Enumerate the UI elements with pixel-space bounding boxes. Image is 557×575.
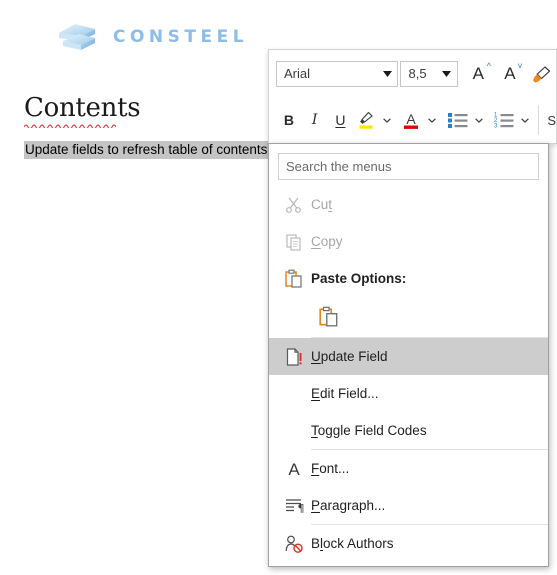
mini-format-toolbar: Arial 8,5 A ^ A ˅ B I U A 1 2 3 S	[268, 49, 557, 144]
menu-item-label: Copy	[311, 234, 343, 249]
bullet-list-dropdown-button[interactable]	[471, 106, 486, 134]
menu-item-label: Edit Field...	[311, 386, 379, 401]
shrink-font-icon: A ˅	[504, 60, 523, 83]
font-size-value: 8,5	[408, 66, 427, 81]
toolbar-divider	[538, 105, 540, 135]
search-input[interactable]	[278, 153, 539, 180]
block-authors-icon	[277, 534, 311, 554]
clipboard-icon	[319, 306, 338, 327]
font-size-combobox[interactable]: 8,5	[400, 60, 458, 87]
italic-icon: I	[311, 112, 318, 128]
text-highlight-button[interactable]	[353, 106, 379, 134]
font-color-icon: A	[404, 111, 419, 129]
grow-font-icon: A ^	[472, 60, 491, 83]
paste-keep-source-formatting-button[interactable]	[314, 302, 344, 332]
text-highlight-icon	[359, 111, 373, 129]
grow-font-button[interactable]: A ^	[464, 60, 493, 88]
font-color-button[interactable]: A	[398, 106, 424, 134]
highlight-dropdown-button[interactable]	[379, 106, 394, 134]
consteel-logo: CONSTEEL	[55, 22, 248, 52]
context-menu: Cut Copy Paste Options:	[268, 143, 549, 567]
menu-item-label: Update Field	[311, 349, 388, 364]
format-painter-button[interactable]	[527, 60, 556, 88]
svg-text:3: 3	[494, 124, 498, 129]
spellcheck-squiggle	[24, 124, 116, 128]
menu-item-paste-options[interactable]: Paste Options:	[269, 260, 548, 297]
toolbar-row-font: Arial 8,5 A ^ A ˅	[269, 50, 556, 97]
copy-icon	[277, 233, 311, 251]
consteel-wordmark: CONSTEEL	[113, 27, 249, 47]
page-title-text: Contents	[24, 93, 141, 123]
font-name-combobox[interactable]: Arial	[276, 60, 399, 87]
scissors-icon	[277, 196, 311, 214]
chevron-down-icon[interactable]	[377, 70, 397, 77]
field-update-icon	[277, 347, 311, 367]
bold-icon: B	[283, 112, 294, 128]
paste-options-gallery	[269, 297, 548, 337]
menu-item-font[interactable]: A Font...	[269, 450, 548, 487]
italic-button[interactable]: I	[302, 106, 328, 134]
bullet-list-icon	[448, 113, 468, 128]
numbered-list-dropdown-button[interactable]	[517, 106, 532, 134]
menu-item-update-field[interactable]: Update Field	[269, 338, 548, 375]
menu-item-cut[interactable]: Cut	[269, 186, 548, 223]
styles-button-partial[interactable]: S	[547, 113, 556, 128]
menu-item-label: Block Authors	[311, 536, 394, 551]
menu-item-paragraph[interactable]: ¶ Paragraph...	[269, 487, 548, 524]
svg-text:A: A	[288, 460, 300, 479]
toolbar-row-style: B I U A 1 2 3 S	[269, 97, 556, 143]
clipboard-icon	[277, 269, 311, 289]
chevron-down-icon[interactable]	[437, 70, 457, 77]
menu-item-label: Font...	[311, 461, 350, 476]
toc-field-placeholder[interactable]: Update fields to refresh table of conten…	[24, 141, 269, 159]
underline-icon: U	[335, 112, 346, 128]
page-title: Contents	[24, 93, 141, 128]
menu-item-copy[interactable]: Copy	[269, 223, 548, 260]
menu-item-label: Paragraph...	[311, 498, 386, 513]
numbered-list-icon: 1 2 3	[494, 113, 514, 129]
menu-item-label: Cut	[311, 197, 333, 212]
menu-item-label: Toggle Field Codes	[311, 423, 427, 438]
menu-item-block-authors[interactable]: Block Authors	[269, 525, 548, 562]
font-a-icon: A	[277, 459, 311, 479]
consteel-mark-icon	[55, 22, 99, 52]
format-painter-icon	[532, 65, 550, 82]
menu-item-toggle-field-codes[interactable]: Toggle Field Codes	[269, 412, 548, 449]
menu-item-label: Paste Options:	[311, 271, 407, 286]
font-name-value: Arial	[284, 66, 311, 81]
underline-button[interactable]: U	[328, 106, 354, 134]
font-color-dropdown-button[interactable]	[424, 106, 439, 134]
bullet-list-button[interactable]	[445, 106, 471, 134]
paragraph-icon: ¶	[277, 496, 311, 516]
numbered-list-button[interactable]: 1 2 3	[491, 106, 517, 134]
menu-item-edit-field[interactable]: Edit Field...	[269, 375, 548, 412]
svg-text:A: A	[407, 111, 417, 127]
bold-button[interactable]: B	[276, 106, 302, 134]
menu-search-wrapper	[269, 144, 548, 186]
svg-text:¶: ¶	[298, 502, 305, 515]
shrink-font-button[interactable]: A ˅	[496, 60, 525, 88]
